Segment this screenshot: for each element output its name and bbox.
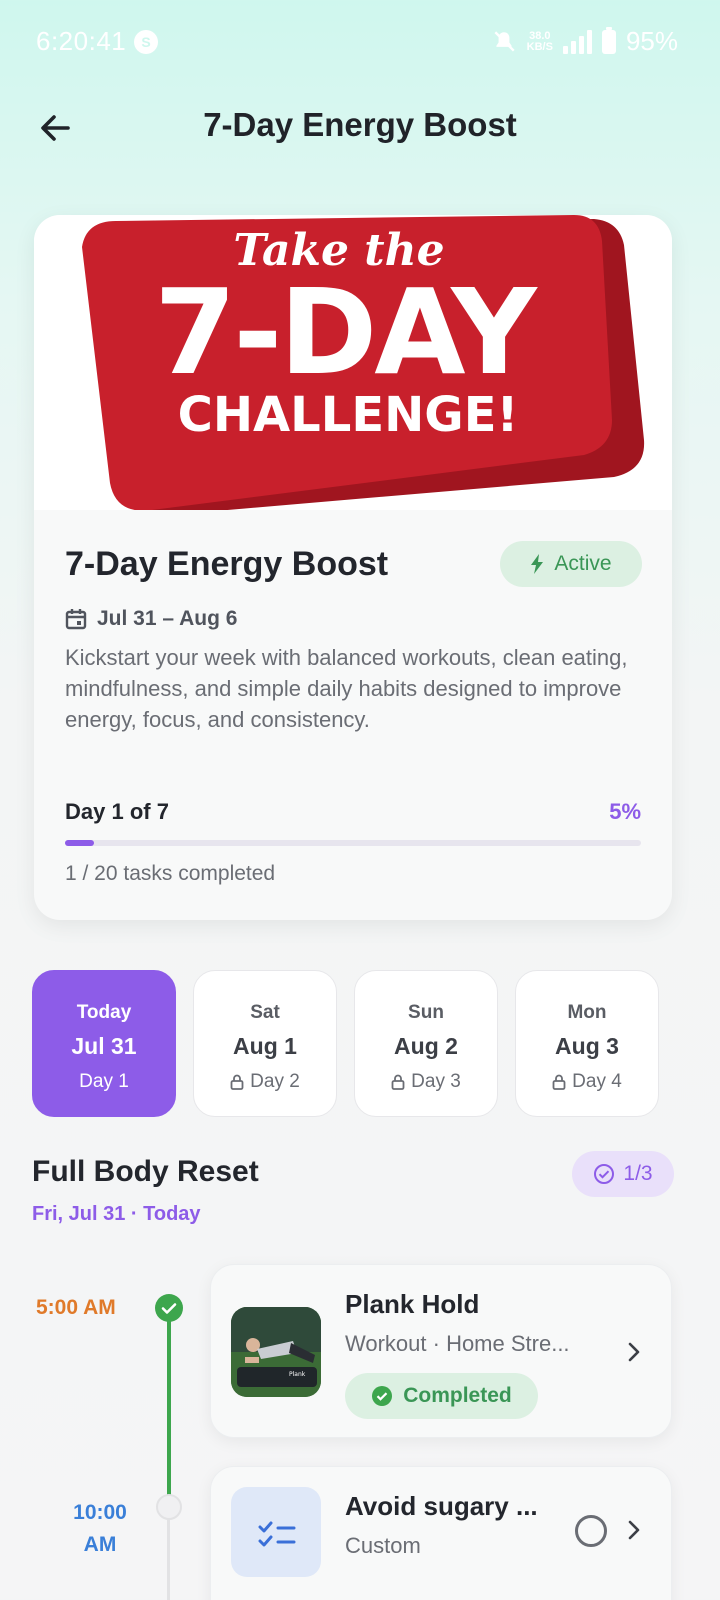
calendar-icon <box>65 609 87 630</box>
task-time: 5:00 AM <box>36 1296 116 1319</box>
section-title: Full Body Reset <box>32 1155 259 1188</box>
day-chip-weekday: Sat <box>250 1002 280 1023</box>
day-chip-1[interactable]: Today Jul 31 Day 1 <box>32 970 176 1117</box>
section-subtitle: Fri, Jul 31 · Today <box>32 1203 201 1225</box>
challenge-description: Kickstart your week with balanced workou… <box>65 645 628 732</box>
task-thumbnail: Plank <box>231 1307 321 1397</box>
progress-bar <box>65 840 641 846</box>
status-bar: 6:20:41 S 38.0 KB/S 95% <box>0 0 720 84</box>
chevron-right-icon[interactable] <box>625 1519 643 1541</box>
day-chip-day-label: Day 2 <box>250 1071 300 1092</box>
net-speed-unit: KB/S <box>526 40 553 53</box>
date-range-text: Jul 31 – Aug 6 <box>97 607 238 630</box>
net-speed: 38.0 KB/S <box>526 29 553 53</box>
status-icons: 38.0 KB/S 95% <box>491 26 678 57</box>
status-badge: Active <box>500 541 642 587</box>
timeline-line-done <box>167 1308 171 1496</box>
banner-text: Take the 7-DAY CHALLENGE! <box>34 215 672 510</box>
challenge-title: 7-Day Energy Boost <box>65 545 389 583</box>
lock-icon <box>230 1074 244 1090</box>
battery-percent: 95% <box>625 26 678 56</box>
task-meta: Workout · Home Stre... <box>345 1331 570 1356</box>
check-icon <box>161 1303 177 1314</box>
tasks-count: 1/3 <box>623 1162 653 1185</box>
chevron-right-icon[interactable] <box>625 1341 643 1363</box>
day-selector: Today Jul 31 Day 1 Sat Aug 1 Day 2 Sun A… <box>32 970 659 1117</box>
task-card-avoid-sugary[interactable]: Avoid sugary ... Custom <box>210 1466 672 1600</box>
checklist-icon <box>258 1521 296 1547</box>
day-chip-date: Aug 3 <box>555 1033 619 1059</box>
task-time: 10:00 AM <box>73 1501 127 1556</box>
timeline-node-done <box>155 1294 183 1322</box>
day-chip-day: Day 3 <box>355 1071 497 1093</box>
completed-badge: Completed <box>345 1373 538 1419</box>
page-title: 7-Day Energy Boost <box>203 106 517 143</box>
tasks-completed: 1 / 20 tasks completed <box>65 862 276 885</box>
thumb-caption: Plank <box>289 1371 306 1378</box>
task-checkbox[interactable] <box>575 1515 607 1547</box>
day-chip-4[interactable]: Mon Aug 3 Day 4 <box>515 970 659 1117</box>
lock-icon <box>391 1074 405 1090</box>
day-chip-weekday: Sun <box>408 1002 444 1023</box>
task-title: Avoid sugary ... <box>345 1491 538 1521</box>
day-chip-date: Aug 1 <box>233 1033 297 1059</box>
check-circle-filled-icon <box>372 1386 393 1406</box>
task-card-plank-hold[interactable]: Plank Plank Hold Workout · Home Stre... … <box>210 1264 672 1438</box>
date-range: Jul 31 – Aug 6 <box>65 607 237 631</box>
banner-line-3: CHALLENGE! <box>177 387 519 443</box>
challenge-banner-image: Take the 7-DAY CHALLENGE! <box>34 215 672 510</box>
banner-line-2: 7-DAY <box>154 263 537 401</box>
day-chip-day-label: Day 1 <box>79 1071 129 1092</box>
net-speed-value: 38.0 <box>529 29 551 42</box>
day-chip-day: Day 2 <box>194 1071 336 1093</box>
notification-dot-icon: S <box>134 30 158 54</box>
day-chip-date: Aug 2 <box>394 1033 458 1059</box>
bolt-icon <box>531 554 544 574</box>
day-chip-weekday: Mon <box>567 1002 607 1023</box>
status-badge-label: Active <box>554 552 612 575</box>
day-chip-day: Day 1 <box>33 1071 175 1093</box>
task-meta: Custom <box>345 1533 421 1558</box>
day-chip-2[interactable]: Sat Aug 1 Day 2 <box>193 970 337 1117</box>
day-chip-3[interactable]: Sun Aug 2 Day 3 <box>354 970 498 1117</box>
challenge-card: Take the 7-DAY CHALLENGE! 7-Day Energy B… <box>34 215 672 920</box>
battery-icon <box>601 26 616 54</box>
tasks-count-badge: 1/3 <box>572 1151 674 1197</box>
day-chip-day-label: Day 4 <box>572 1071 622 1092</box>
timeline-node-pending <box>156 1494 182 1520</box>
day-progress-label: Day 1 of 7 <box>65 799 169 824</box>
lock-icon <box>552 1074 566 1090</box>
day-chip-day: Day 4 <box>516 1071 658 1093</box>
check-circle-icon <box>594 1164 615 1184</box>
task-thumbnail <box>231 1487 321 1577</box>
mute-bell-icon <box>494 30 515 52</box>
task-title: Plank Hold <box>345 1289 480 1319</box>
progress-percent: 5% <box>609 799 641 824</box>
day-chip-day-label: Day 3 <box>411 1071 461 1092</box>
day-chip-date: Jul 31 <box>71 1033 137 1059</box>
day-chip-weekday: Today <box>76 1002 132 1023</box>
completed-badge-label: Completed <box>403 1384 512 1407</box>
signal-icon <box>562 29 592 54</box>
status-time: 6:20:41 <box>36 26 127 56</box>
progress-bar-fill <box>65 840 94 846</box>
plank-workout-image: Plank <box>231 1307 321 1397</box>
